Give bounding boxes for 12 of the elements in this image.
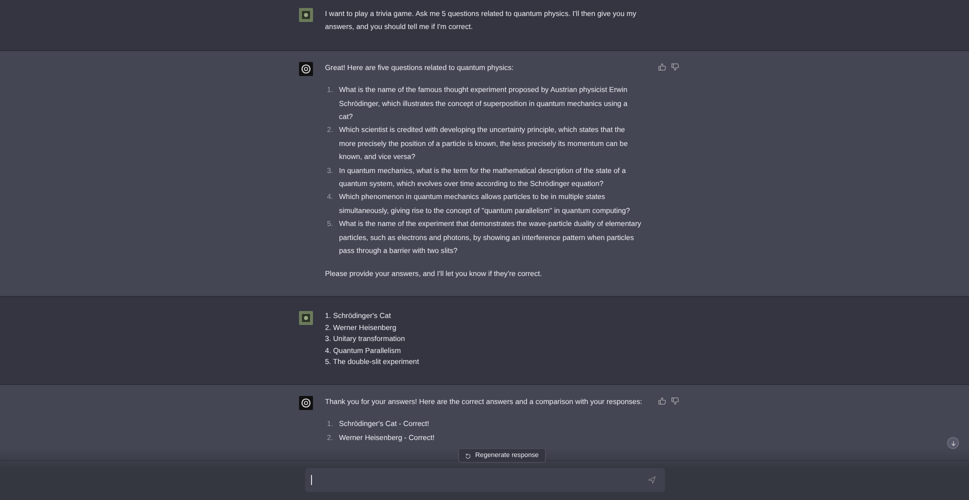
assistant-avatar-icon [299,62,313,76]
arrow-down-icon [950,440,956,446]
thumbs-down-icon[interactable] [671,62,679,71]
assistant-avatar-icon [299,396,313,410]
thumbs-up-icon[interactable] [658,62,666,71]
refresh-icon [465,452,472,458]
send-icon[interactable] [648,476,656,484]
user-avatar-icon [299,310,313,325]
message-input-field[interactable] [305,468,665,492]
user-avatar-icon [299,8,313,22]
thumbs-down-icon[interactable] [671,396,679,405]
thumbs-up-icon[interactable] [658,396,666,405]
